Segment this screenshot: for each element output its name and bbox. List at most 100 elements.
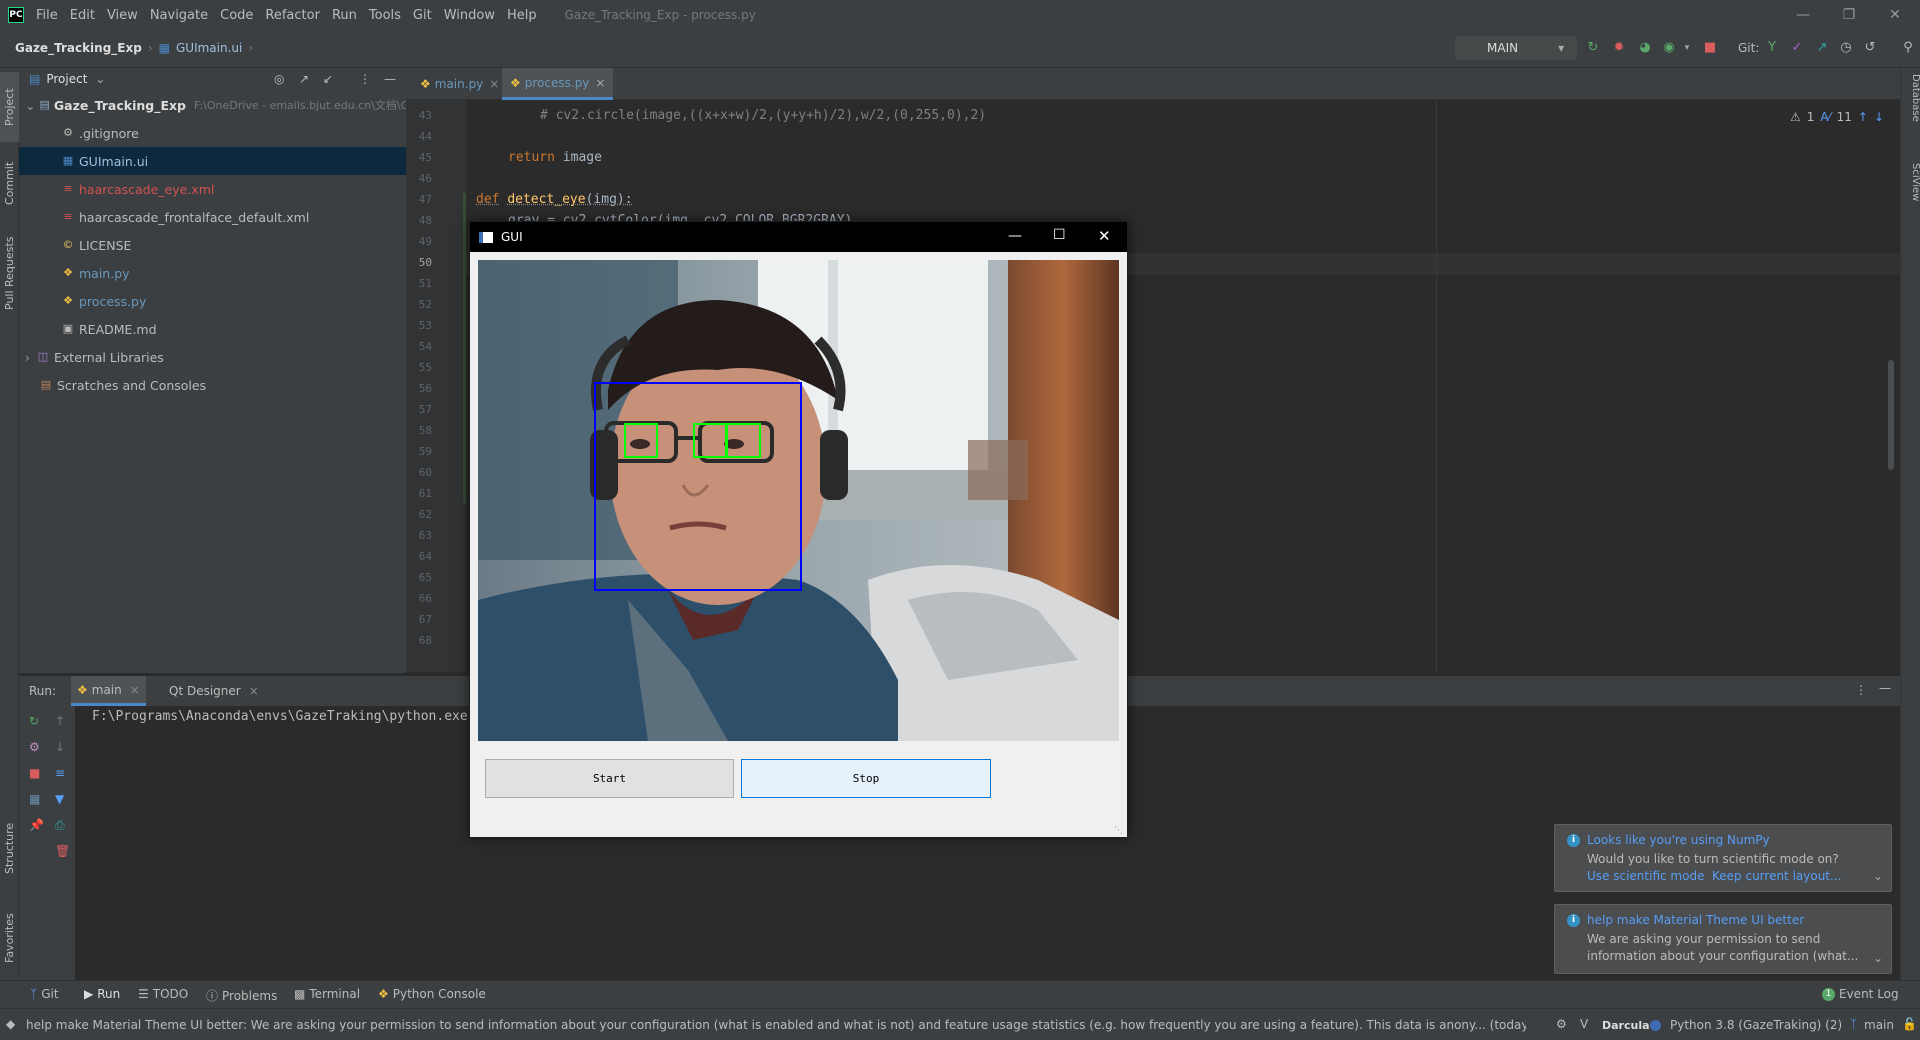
menu-file[interactable]: File	[36, 8, 58, 23]
tab-commit[interactable]: Commit	[0, 148, 19, 218]
maximize-icon[interactable]: ☐	[1053, 227, 1066, 243]
close-icon[interactable]: ✕	[1098, 227, 1111, 245]
search-everywhere-icon[interactable]: ⚲	[1900, 40, 1916, 56]
tab-process-py[interactable]: ❖ process.py ×	[502, 68, 614, 100]
breadcrumb-file[interactable]: GUImain.ui	[176, 41, 242, 55]
options-menu-icon[interactable]: ⋮	[359, 72, 371, 86]
tab-sciview[interactable]: SciView	[1901, 163, 1920, 233]
profile-icon[interactable]: ◉	[1661, 40, 1677, 56]
theme-name[interactable]: Darcula	[1602, 1019, 1650, 1032]
close-tab-icon[interactable]: ×	[489, 77, 499, 91]
previous-highlight-icon[interactable]: ↑	[1858, 110, 1868, 124]
settings-icon[interactable]: ⚙	[1556, 1017, 1567, 1031]
run-tab-main[interactable]: ❖ main ×	[71, 676, 146, 706]
tab-project[interactable]: Project	[0, 72, 19, 142]
layout-icon[interactable]: ▦	[29, 792, 40, 806]
tool-tab-terminal[interactable]: ▩ Terminal	[294, 987, 360, 1001]
tree-item-external-libraries[interactable]: › ◫ External Libraries	[19, 343, 406, 371]
rerun-icon[interactable]: ↻	[29, 714, 39, 728]
tool-tab-event-log[interactable]: 1 Event Log	[1822, 987, 1899, 1001]
scroll-up-icon[interactable]: ↑	[55, 714, 65, 728]
python-interpreter[interactable]: Python 3.8 (GazeTraking) (2)	[1670, 1018, 1842, 1032]
stop-icon[interactable]: ■	[1702, 40, 1718, 56]
keep-layout-link[interactable]: Keep current layout...	[1712, 869, 1841, 883]
use-scientific-mode-link[interactable]: Use scientific mode	[1587, 869, 1704, 883]
pin-tab-icon[interactable]: 📌	[29, 818, 44, 832]
rollback-icon[interactable]: ↺	[1862, 40, 1878, 56]
chevron-down-icon[interactable]: ⌄	[95, 72, 105, 86]
git-push-icon[interactable]: ↗	[1814, 40, 1830, 56]
minimize-icon[interactable]: —	[1008, 228, 1022, 244]
tab-pull-requests[interactable]: Pull Requests	[0, 223, 19, 323]
menu-run[interactable]: Run	[332, 8, 357, 23]
minimize-icon[interactable]: —	[1780, 0, 1826, 30]
close-icon[interactable]: ✕	[1872, 0, 1918, 30]
run-tab-qt-designer[interactable]: Qt Designer ×	[169, 676, 259, 706]
soft-wrap-icon[interactable]: ≡	[55, 766, 65, 780]
git-branch[interactable]: main	[1864, 1018, 1894, 1032]
scroll-down-icon[interactable]: ↓	[55, 740, 65, 754]
tab-structure[interactable]: Structure	[0, 808, 19, 888]
clear-all-icon[interactable]: 🗑	[55, 844, 70, 858]
menu-view[interactable]: View	[107, 8, 138, 23]
tree-root[interactable]: ⌄ ▤ Gaze_Tracking_Exp F:\OneDrive - emai…	[19, 91, 406, 119]
tool-tab-todo[interactable]: ☰ TODO	[138, 987, 188, 1001]
expand-all-icon[interactable]: ↗	[299, 72, 309, 86]
rerun-icon[interactable]: ↻	[1585, 40, 1601, 56]
run-coverage-icon[interactable]: ◕	[1637, 40, 1653, 56]
git-fetch-icon[interactable]: Y	[1764, 40, 1780, 56]
chevron-down-icon[interactable]: ⌄	[1873, 869, 1883, 883]
locate-file-icon[interactable]: ◎	[274, 72, 284, 86]
history-icon[interactable]: ◷	[1838, 40, 1854, 56]
chevron-down-icon[interactable]: ⌄	[1873, 951, 1883, 965]
inspection-widget[interactable]: ⚠ 1 A⁄ 11 ↑ ↓	[1790, 110, 1884, 124]
menu-navigate[interactable]: Navigate	[150, 8, 208, 23]
menu-help[interactable]: Help	[507, 8, 537, 23]
lock-icon[interactable]: 🔓	[1902, 1017, 1917, 1031]
close-tab-icon[interactable]: ×	[595, 76, 605, 90]
more-run-options-icon[interactable]: ▾	[1679, 40, 1695, 56]
print-icon[interactable]: ⎙	[55, 818, 65, 833]
tree-item-haarcascade-eye[interactable]: ≡ haarcascade_eye.xml	[19, 175, 406, 203]
tree-item-readme[interactable]: ▣ README.md	[19, 315, 406, 343]
hide-panel-icon[interactable]: —	[1879, 681, 1891, 695]
stop-icon[interactable]: ■	[29, 766, 40, 780]
menu-edit[interactable]: Edit	[70, 8, 95, 23]
menu-tools[interactable]: Tools	[369, 8, 401, 23]
menu-refactor[interactable]: Refactor	[265, 8, 320, 23]
menu-code[interactable]: Code	[220, 8, 253, 23]
tool-tab-python-console[interactable]: ❖ Python Console	[378, 987, 486, 1001]
chevron-down-icon[interactable]: ⌄	[25, 98, 35, 113]
tool-tab-git[interactable]: ᛉ Git	[30, 987, 59, 1001]
run-configuration-select[interactable]: MAIN ▾	[1455, 36, 1577, 60]
tree-item-license[interactable]: © LICENSE	[19, 231, 406, 259]
start-button[interactable]: Start	[485, 759, 734, 798]
restore-icon[interactable]: ❐	[1826, 0, 1872, 30]
scroll-to-end-icon[interactable]: ▼	[55, 792, 64, 806]
tab-database[interactable]: Database	[1901, 74, 1920, 154]
options-menu-icon[interactable]: ⋮	[1855, 683, 1867, 697]
status-message[interactable]: help make Material Theme UI better: We a…	[26, 1018, 1526, 1032]
tree-item-main-py[interactable]: ❖ main.py	[19, 259, 406, 287]
editor-scrollbar[interactable]	[1888, 360, 1894, 470]
menu-window[interactable]: Window	[444, 8, 495, 23]
tool-tab-run[interactable]: ▶ Run	[84, 987, 120, 1001]
tree-item-haarcascade-face[interactable]: ≡ haarcascade_frontalface_default.xml	[19, 203, 406, 231]
modify-run-config-icon[interactable]: ⚙	[29, 740, 40, 754]
breadcrumb-project[interactable]: Gaze_Tracking_Exp	[15, 41, 142, 55]
collapse-all-icon[interactable]: ↙	[323, 72, 333, 86]
close-tab-icon[interactable]: ×	[249, 684, 259, 698]
stop-button[interactable]: Stop	[741, 759, 991, 798]
tool-tab-problems[interactable]: ⓘ Problems	[206, 987, 277, 1004]
git-commit-icon[interactable]: ✓	[1789, 40, 1805, 56]
tree-item-gitignore[interactable]: ⚙ .gitignore	[19, 119, 406, 147]
resize-grip-icon[interactable]: ⋱	[1114, 826, 1123, 836]
hide-panel-icon[interactable]: —	[384, 72, 396, 86]
tab-favorites[interactable]: Favorites	[0, 898, 19, 978]
chevron-right-icon[interactable]: ›	[25, 350, 30, 365]
tree-item-scratches[interactable]: ▤ Scratches and Consoles	[19, 371, 406, 399]
menu-git[interactable]: Git	[413, 8, 432, 23]
close-tab-icon[interactable]: ×	[130, 683, 140, 697]
next-highlight-icon[interactable]: ↓	[1874, 110, 1884, 124]
tab-main-py[interactable]: ❖ main.py ×	[412, 68, 507, 100]
